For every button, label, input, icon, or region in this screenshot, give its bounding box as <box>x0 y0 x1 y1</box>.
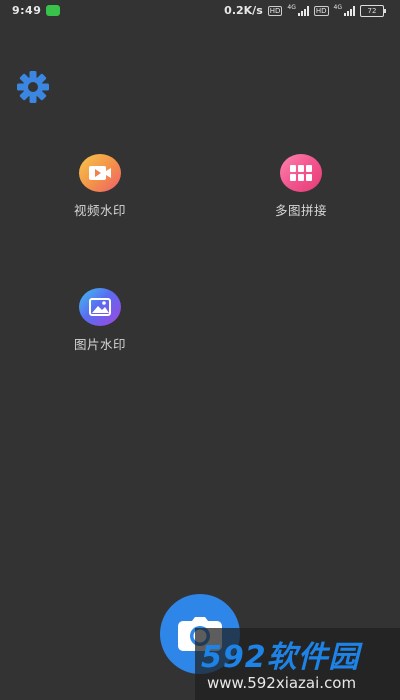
collage-label: 多图拼接 <box>274 203 327 218</box>
grid-icon <box>280 154 322 192</box>
network-type-1: 4G <box>287 4 296 11</box>
battery-icon: 72 <box>360 4 386 17</box>
video-watermark-label: 视频水印 <box>73 203 126 218</box>
status-time: 9:49 <box>12 4 42 17</box>
watermark-brand: 592软件园 <box>201 640 360 675</box>
image-watermark-button[interactable]: 图片水印 <box>55 288 145 353</box>
image-watermark-label: 图片水印 <box>73 337 126 352</box>
gear-icon <box>17 71 49 103</box>
settings-button[interactable] <box>14 70 52 104</box>
watermark-url: www.592xiazai.com <box>207 674 357 692</box>
video-watermark-button[interactable]: 视频水印 <box>55 154 145 219</box>
network-type-2: 4G <box>333 4 342 11</box>
hd-badge: HD <box>267 5 283 16</box>
image-icon <box>79 288 121 326</box>
message-icon <box>46 5 60 16</box>
status-indicators: 0.2K/s HD 4G HD 4G 72 <box>224 4 386 17</box>
video-camera-icon <box>79 154 121 192</box>
hd-badge-2: HD <box>313 5 329 16</box>
network-speed: 0.2K/s <box>224 4 263 17</box>
status-bar: 9:49 0.2K/s HD 4G HD 4G 72 <box>0 0 400 22</box>
collage-button[interactable]: 多图拼接 <box>256 154 346 219</box>
signal-icon <box>297 5 309 16</box>
signal-icon-2 <box>344 5 355 16</box>
site-watermark: 592软件园 www.592xiazai.com <box>195 628 400 700</box>
